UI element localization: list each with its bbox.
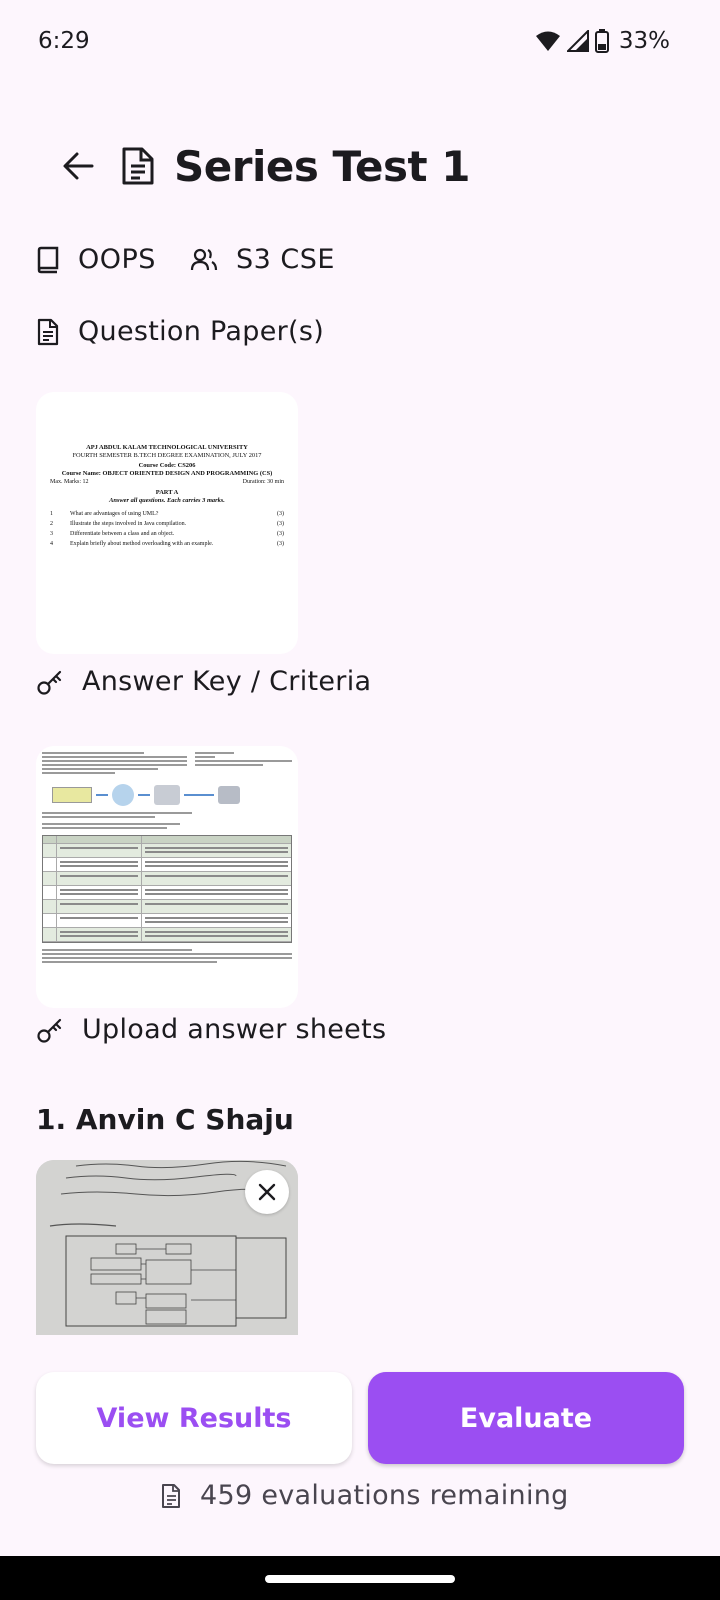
student-name: 1. Anvin C Shaju [36, 1103, 294, 1136]
qp-course-name: Course Name: OBJECT ORIENTED DESIGN AND … [61, 470, 273, 477]
document-icon [37, 318, 59, 345]
qp-duration: Duration: 30 min [242, 479, 284, 485]
answer-key-section: Answer Key / Criteria [36, 666, 371, 697]
wifi-icon [535, 31, 560, 51]
arrow-left-icon [63, 152, 94, 180]
qp-question: 3 Differentiate between a class and an o… [50, 531, 284, 537]
answer-key-heading: Answer Key / Criteria [82, 666, 372, 697]
close-icon [258, 1183, 276, 1201]
key-icon [37, 670, 62, 695]
status-icons: 33% [535, 28, 670, 54]
subject-label: OOPS [78, 244, 156, 275]
qp-part: PART A [155, 489, 179, 496]
qp-question: 4 Explain briefly about method overloadi… [50, 541, 284, 547]
battery-percent: 33% [618, 28, 670, 54]
question-paper-thumbnail[interactable]: APJ ABDUL KALAM TECHNOLOGICAL UNIVERSITY… [36, 392, 298, 654]
status-time: 6:29 [38, 28, 90, 54]
qp-exam: FOURTH SEMESTER B.TECH DEGREE EXAMINATIO… [72, 452, 262, 459]
class-label: S3 CSE [235, 244, 335, 275]
evaluations-remaining: 459 evaluations remaining [160, 1480, 569, 1511]
evaluations-remaining-text: 459 evaluations remaining [200, 1480, 569, 1511]
answer-key-thumbnail[interactable] [36, 746, 298, 1008]
battery-icon [594, 29, 609, 53]
question-papers-section: Question Paper(s) [36, 316, 324, 347]
book-icon [37, 246, 59, 273]
meta-row: OOPS S3 CSE [36, 244, 335, 275]
remove-sheet-button[interactable] [245, 1170, 289, 1214]
document-icon [122, 147, 154, 185]
document-icon [162, 1483, 180, 1508]
header: Series Test 1 [58, 136, 470, 196]
qp-university: APJ ABDUL KALAM TECHNOLOGICAL UNIVERSITY [86, 444, 248, 451]
answer-key-document [36, 746, 298, 969]
qp-question: 1 What are advantages of using UML? (3) [50, 511, 284, 517]
upload-heading: Upload answer sheets [82, 1014, 387, 1045]
home-gesture-handle[interactable] [265, 1575, 455, 1583]
back-button[interactable] [58, 146, 98, 186]
question-papers-heading: Question Paper(s) [78, 316, 325, 347]
qp-instruction: Answer all questions. Each carries 3 mar… [109, 497, 225, 504]
evaluate-button[interactable]: Evaluate [368, 1372, 684, 1464]
users-icon [190, 248, 218, 270]
status-bar: 6:29 33% [0, 0, 720, 90]
upload-section[interactable]: Upload answer sheets [36, 1014, 386, 1045]
signal-icon [566, 30, 589, 52]
qp-course-code: Course Code: CS206 [138, 462, 196, 469]
view-results-button[interactable]: View Results [36, 1372, 352, 1464]
key-icon [37, 1018, 62, 1043]
page-title: Series Test 1 [174, 141, 470, 191]
qp-question: 2 Illustrate the steps involved in Java … [50, 521, 284, 527]
qp-max-marks: Max. Marks: 12 [50, 479, 89, 485]
